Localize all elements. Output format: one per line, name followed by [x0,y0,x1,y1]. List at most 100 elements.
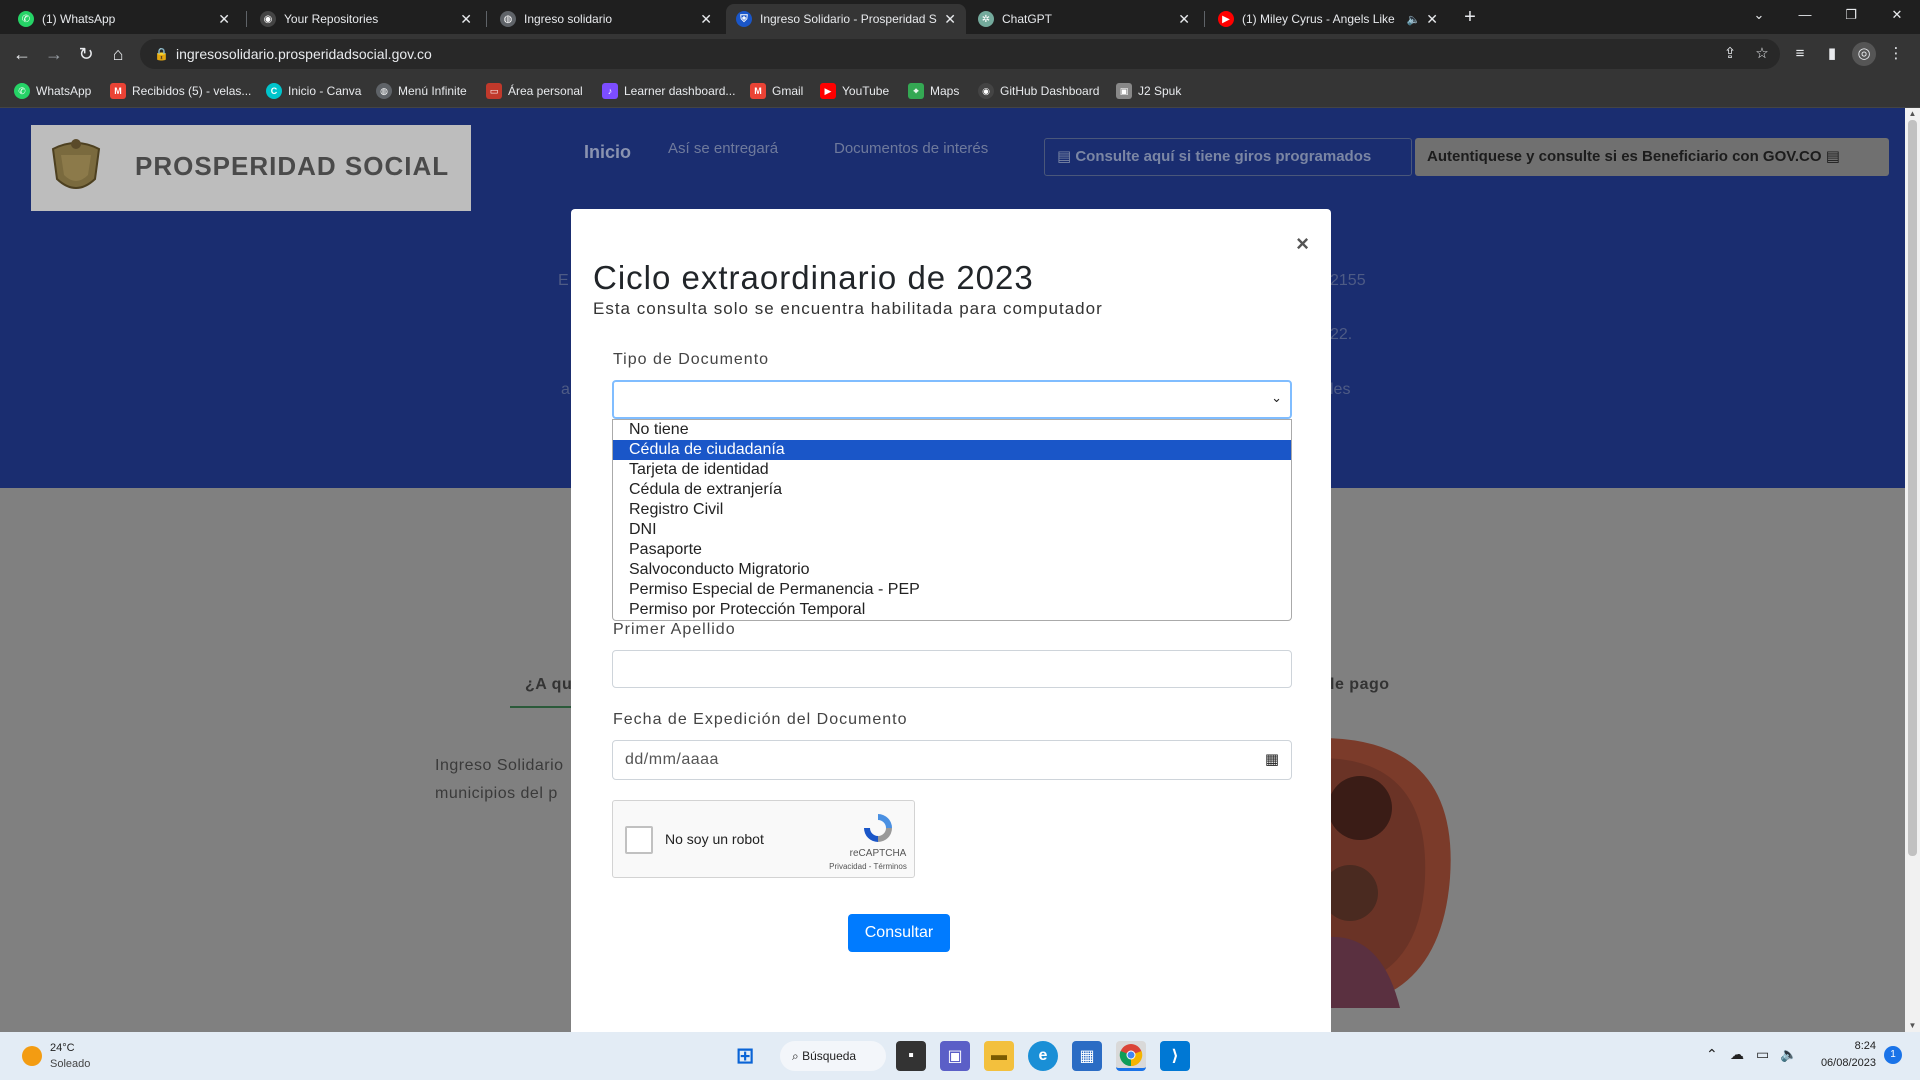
network-icon[interactable]: ▭ [1756,1046,1769,1063]
bookmark-github-dashboard[interactable]: ◉ GitHub Dashboard [978,82,1099,100]
nav-link-home[interactable]: Inicio [584,142,631,163]
share-icon[interactable]: ⇪ [1718,42,1742,66]
address-bar[interactable]: 🔒 ingresosolidario.prosperidadsocial.gov… [140,39,1780,69]
option-tarjeta-identidad[interactable]: Tarjeta de identidad [613,460,1291,480]
option-pasaporte[interactable]: Pasaporte [613,540,1291,560]
modal-close-button[interactable]: × [1296,231,1309,257]
chrome-icon[interactable] [1116,1041,1146,1071]
windows-start-icon[interactable]: ⊞ [730,1041,760,1071]
option-no-tiene[interactable]: No tiene [613,420,1291,440]
vscode-icon[interactable]: ⟩ [1160,1041,1190,1071]
tray-chevron-icon[interactable]: ⌃ [1706,1046,1718,1063]
learner-icon: ♪ [602,83,618,99]
tab-repositories[interactable]: ◉ Your Repositories ✕ [250,4,482,34]
minimize-icon[interactable]: — [1782,0,1828,30]
home-icon[interactable]: ⌂ [104,40,132,68]
bookmark-maps[interactable]: ⌖ Maps [908,82,959,100]
clock-time[interactable]: 8:24 [1846,1040,1876,1052]
edge-icon[interactable]: e [1028,1041,1058,1071]
option-cedula-ciudadania[interactable]: Cédula de ciudadanía [613,440,1291,460]
nav-link-documents[interactable]: Documentos de interés [834,140,988,157]
bookmark-label: WhatsApp [36,84,92,98]
close-window-icon[interactable]: ✕ [1874,0,1920,30]
modal-subtitle: Esta consulta solo se encuentra habilita… [593,299,1103,318]
bookmark-canva[interactable]: C Inicio - Canva [266,82,361,100]
nav-link-delivery[interactable]: Así se entregará [668,140,778,157]
option-ppt[interactable]: Permiso por Protección Temporal [613,600,1291,620]
clock-date[interactable]: 06/08/2023 [1810,1057,1876,1069]
bookmark-j2-spuk[interactable]: ▣ J2 Spuk [1116,82,1181,100]
sun-icon[interactable] [22,1046,42,1066]
profile-avatar-icon[interactable]: ◎ [1852,42,1876,66]
menu-icon[interactable]: ⋮ [1884,42,1908,66]
file-explorer-icon[interactable]: ▬ [984,1041,1014,1071]
scroll-up-icon[interactable]: ▲ [1905,108,1920,120]
notification-badge[interactable]: 1 [1884,1046,1902,1064]
volume-icon[interactable]: 🔈 [1780,1046,1797,1063]
tab-prosperidad-active[interactable]: ⛨ Ingreso Solidario - Prosperidad S ✕ [726,4,966,34]
issue-date-input[interactable]: dd/mm/aaaa ▦ [612,740,1292,780]
teams-icon[interactable]: ▣ [940,1041,970,1071]
back-icon[interactable]: ← [8,40,36,68]
bookmark-label: J2 Spuk [1138,84,1182,98]
bookmark-recibidos[interactable]: M Recibidos (5) - velas... [110,82,251,100]
speaker-icon[interactable]: 🔈 [1407,13,1421,26]
restore-icon[interactable]: ❐ [1828,0,1874,30]
gov-co-button[interactable]: Autentiquese y consulte si es Beneficiar… [1415,138,1889,176]
option-pep[interactable]: Permiso Especial de Permanencia - PEP [613,580,1291,600]
media-icon[interactable]: ≡ [1788,42,1812,66]
option-registro-civil[interactable]: Registro Civil [613,500,1291,520]
logo-text: PROSPERIDAD SOCIAL [135,151,450,181]
scroll-thumb[interactable] [1908,120,1917,856]
scroll-down-icon[interactable]: ▼ [1905,1020,1920,1032]
section-tab-fragment[interactable]: ¿A qu [525,676,572,694]
tab-chatgpt[interactable]: ✲ ChatGPT ✕ [968,4,1200,34]
tab-title: Ingreso Solidario - Prosperidad S [760,12,937,26]
new-tab-button[interactable]: + [1455,4,1485,32]
close-icon[interactable]: ✕ [218,11,230,28]
calendar-icon[interactable]: ▦ [1265,750,1279,768]
tab-title: Your Repositories [284,12,379,26]
last-name-input[interactable] [612,650,1292,688]
option-dni[interactable]: DNI [613,520,1291,540]
page-scrollbar[interactable]: ▲ ▼ [1905,108,1920,1032]
close-icon[interactable]: ✕ [1178,11,1190,28]
forward-icon[interactable]: → [40,40,68,68]
weather-condition[interactable]: Soleado [50,1058,90,1070]
bookmark-menu-infinite[interactable]: ◍ Menú Infinite [376,82,467,100]
tab-whatsapp[interactable]: ✆ (1) WhatsApp ✕ [8,4,240,34]
document-type-select[interactable]: ⌄ [612,380,1292,419]
recaptcha-checkbox[interactable] [625,826,653,854]
close-icon[interactable]: ✕ [700,11,712,28]
close-icon[interactable]: ✕ [1426,11,1438,28]
task-view-icon[interactable]: ▪ [896,1041,926,1071]
giros-button[interactable]: ▤ Consulte aquí si tiene giros programad… [1044,138,1412,176]
onedrive-icon[interactable]: ☁ [1730,1046,1744,1063]
bookmark-label: Gmail [772,84,804,98]
option-cedula-extranjeria[interactable]: Cédula de extranjería [613,480,1291,500]
section-tab-fragment[interactable]: le pago [1330,676,1390,694]
taskbar-search[interactable]: ⌕ Búsqueda [780,1041,886,1071]
tab-search-icon[interactable]: ⌄ [1736,0,1782,30]
tab-strip: ✆ (1) WhatsApp ✕ ◉ Your Repositories ✕ ◍… [0,0,1920,34]
side-panel-icon[interactable]: ▮ [1820,42,1844,66]
close-icon[interactable]: ✕ [944,11,956,28]
option-salvoconducto[interactable]: Salvoconducto Migratorio [613,560,1291,580]
url-text: ingresosolidario.prosperidadsocial.gov.c… [176,46,432,62]
close-icon[interactable]: ✕ [460,11,472,28]
tab-ingreso-solidario[interactable]: ◍ Ingreso solidario ✕ [490,4,722,34]
tab-youtube[interactable]: ▶ (1) Miley Cyrus - Angels Like 🔈 ✕ [1208,4,1448,34]
bookmark-whatsapp[interactable]: ✆ WhatsApp [14,82,91,100]
weather-temperature[interactable]: 24°C [50,1042,75,1054]
recaptcha-terms-link[interactable]: Privacidad - Términos [823,862,913,871]
bookmark-area-personal[interactable]: ▭ Área personal [486,82,583,100]
bookmark-youtube[interactable]: ▶ YouTube [820,82,889,100]
reload-icon[interactable]: ↻ [72,40,100,68]
browser-toolbar: ← → ↻ ⌂ 🔒 ingresosolidario.prosperidadso… [0,34,1920,74]
bookmark-star-icon[interactable]: ☆ [1750,42,1774,66]
bookmark-learner-dashboard[interactable]: ♪ Learner dashboard... [602,82,735,100]
consultar-button[interactable]: Consultar [848,914,950,952]
bookmark-gmail[interactable]: M Gmail [750,82,803,100]
store-icon[interactable]: ▦ [1072,1041,1102,1071]
site-logo[interactable]: PROSPERIDAD SOCIAL [31,125,471,211]
